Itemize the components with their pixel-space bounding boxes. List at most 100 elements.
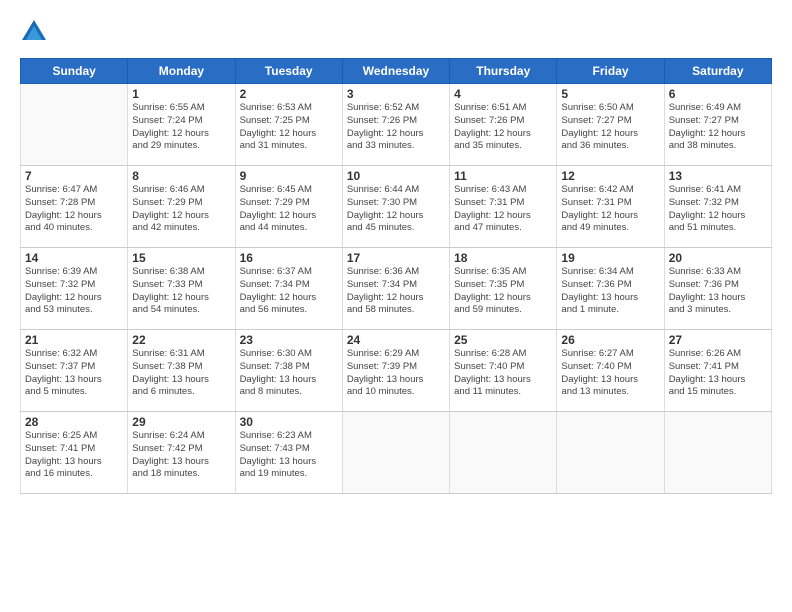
day-number: 11: [454, 169, 552, 183]
header-tuesday: Tuesday: [235, 59, 342, 84]
day-info: Sunrise: 6:35 AM Sunset: 7:35 PM Dayligh…: [454, 266, 552, 317]
empty-cell: [21, 84, 128, 166]
week-row-5: 28Sunrise: 6:25 AM Sunset: 7:41 PM Dayli…: [21, 412, 772, 494]
page-container: SundayMondayTuesdayWednesdayThursdayFrid…: [0, 0, 792, 504]
day-cell-6: 6Sunrise: 6:49 AM Sunset: 7:27 PM Daylig…: [664, 84, 771, 166]
day-cell-14: 14Sunrise: 6:39 AM Sunset: 7:32 PM Dayli…: [21, 248, 128, 330]
day-number: 4: [454, 87, 552, 101]
day-number: 10: [347, 169, 445, 183]
calendar-table: SundayMondayTuesdayWednesdayThursdayFrid…: [20, 58, 772, 494]
day-cell-28: 28Sunrise: 6:25 AM Sunset: 7:41 PM Dayli…: [21, 412, 128, 494]
day-cell-2: 2Sunrise: 6:53 AM Sunset: 7:25 PM Daylig…: [235, 84, 342, 166]
day-info: Sunrise: 6:43 AM Sunset: 7:31 PM Dayligh…: [454, 184, 552, 235]
day-number: 23: [240, 333, 338, 347]
day-cell-3: 3Sunrise: 6:52 AM Sunset: 7:26 PM Daylig…: [342, 84, 449, 166]
header-monday: Monday: [128, 59, 235, 84]
day-cell-11: 11Sunrise: 6:43 AM Sunset: 7:31 PM Dayli…: [450, 166, 557, 248]
day-cell-12: 12Sunrise: 6:42 AM Sunset: 7:31 PM Dayli…: [557, 166, 664, 248]
day-number: 26: [561, 333, 659, 347]
day-info: Sunrise: 6:38 AM Sunset: 7:33 PM Dayligh…: [132, 266, 230, 317]
day-number: 17: [347, 251, 445, 265]
day-number: 15: [132, 251, 230, 265]
day-number: 22: [132, 333, 230, 347]
day-number: 16: [240, 251, 338, 265]
day-cell-7: 7Sunrise: 6:47 AM Sunset: 7:28 PM Daylig…: [21, 166, 128, 248]
day-number: 5: [561, 87, 659, 101]
day-number: 21: [25, 333, 123, 347]
week-row-2: 7Sunrise: 6:47 AM Sunset: 7:28 PM Daylig…: [21, 166, 772, 248]
day-info: Sunrise: 6:30 AM Sunset: 7:38 PM Dayligh…: [240, 348, 338, 399]
day-number: 2: [240, 87, 338, 101]
day-cell-23: 23Sunrise: 6:30 AM Sunset: 7:38 PM Dayli…: [235, 330, 342, 412]
day-cell-10: 10Sunrise: 6:44 AM Sunset: 7:30 PM Dayli…: [342, 166, 449, 248]
day-cell-24: 24Sunrise: 6:29 AM Sunset: 7:39 PM Dayli…: [342, 330, 449, 412]
day-info: Sunrise: 6:47 AM Sunset: 7:28 PM Dayligh…: [25, 184, 123, 235]
day-number: 25: [454, 333, 552, 347]
logo-icon: [20, 18, 48, 46]
day-info: Sunrise: 6:33 AM Sunset: 7:36 PM Dayligh…: [669, 266, 767, 317]
day-info: Sunrise: 6:49 AM Sunset: 7:27 PM Dayligh…: [669, 102, 767, 153]
empty-cell: [664, 412, 771, 494]
day-info: Sunrise: 6:46 AM Sunset: 7:29 PM Dayligh…: [132, 184, 230, 235]
day-info: Sunrise: 6:37 AM Sunset: 7:34 PM Dayligh…: [240, 266, 338, 317]
day-info: Sunrise: 6:29 AM Sunset: 7:39 PM Dayligh…: [347, 348, 445, 399]
header-thursday: Thursday: [450, 59, 557, 84]
day-cell-29: 29Sunrise: 6:24 AM Sunset: 7:42 PM Dayli…: [128, 412, 235, 494]
day-number: 29: [132, 415, 230, 429]
day-number: 19: [561, 251, 659, 265]
empty-cell: [450, 412, 557, 494]
day-info: Sunrise: 6:44 AM Sunset: 7:30 PM Dayligh…: [347, 184, 445, 235]
day-cell-21: 21Sunrise: 6:32 AM Sunset: 7:37 PM Dayli…: [21, 330, 128, 412]
day-cell-19: 19Sunrise: 6:34 AM Sunset: 7:36 PM Dayli…: [557, 248, 664, 330]
logo: [20, 18, 52, 46]
day-info: Sunrise: 6:50 AM Sunset: 7:27 PM Dayligh…: [561, 102, 659, 153]
day-info: Sunrise: 6:41 AM Sunset: 7:32 PM Dayligh…: [669, 184, 767, 235]
day-info: Sunrise: 6:52 AM Sunset: 7:26 PM Dayligh…: [347, 102, 445, 153]
day-cell-20: 20Sunrise: 6:33 AM Sunset: 7:36 PM Dayli…: [664, 248, 771, 330]
day-number: 3: [347, 87, 445, 101]
header-friday: Friday: [557, 59, 664, 84]
week-row-3: 14Sunrise: 6:39 AM Sunset: 7:32 PM Dayli…: [21, 248, 772, 330]
day-info: Sunrise: 6:51 AM Sunset: 7:26 PM Dayligh…: [454, 102, 552, 153]
header-saturday: Saturday: [664, 59, 771, 84]
day-info: Sunrise: 6:28 AM Sunset: 7:40 PM Dayligh…: [454, 348, 552, 399]
day-cell-27: 27Sunrise: 6:26 AM Sunset: 7:41 PM Dayli…: [664, 330, 771, 412]
day-number: 7: [25, 169, 123, 183]
day-number: 28: [25, 415, 123, 429]
day-cell-26: 26Sunrise: 6:27 AM Sunset: 7:40 PM Dayli…: [557, 330, 664, 412]
header-wednesday: Wednesday: [342, 59, 449, 84]
day-info: Sunrise: 6:55 AM Sunset: 7:24 PM Dayligh…: [132, 102, 230, 153]
day-info: Sunrise: 6:36 AM Sunset: 7:34 PM Dayligh…: [347, 266, 445, 317]
day-info: Sunrise: 6:27 AM Sunset: 7:40 PM Dayligh…: [561, 348, 659, 399]
day-number: 24: [347, 333, 445, 347]
day-cell-5: 5Sunrise: 6:50 AM Sunset: 7:27 PM Daylig…: [557, 84, 664, 166]
page-header: [20, 18, 772, 46]
header-row: SundayMondayTuesdayWednesdayThursdayFrid…: [21, 59, 772, 84]
day-info: Sunrise: 6:45 AM Sunset: 7:29 PM Dayligh…: [240, 184, 338, 235]
day-number: 20: [669, 251, 767, 265]
day-number: 13: [669, 169, 767, 183]
day-info: Sunrise: 6:26 AM Sunset: 7:41 PM Dayligh…: [669, 348, 767, 399]
day-cell-9: 9Sunrise: 6:45 AM Sunset: 7:29 PM Daylig…: [235, 166, 342, 248]
day-cell-1: 1Sunrise: 6:55 AM Sunset: 7:24 PM Daylig…: [128, 84, 235, 166]
day-cell-13: 13Sunrise: 6:41 AM Sunset: 7:32 PM Dayli…: [664, 166, 771, 248]
day-info: Sunrise: 6:32 AM Sunset: 7:37 PM Dayligh…: [25, 348, 123, 399]
empty-cell: [557, 412, 664, 494]
day-cell-25: 25Sunrise: 6:28 AM Sunset: 7:40 PM Dayli…: [450, 330, 557, 412]
day-number: 8: [132, 169, 230, 183]
header-sunday: Sunday: [21, 59, 128, 84]
day-info: Sunrise: 6:25 AM Sunset: 7:41 PM Dayligh…: [25, 430, 123, 481]
day-info: Sunrise: 6:53 AM Sunset: 7:25 PM Dayligh…: [240, 102, 338, 153]
day-cell-22: 22Sunrise: 6:31 AM Sunset: 7:38 PM Dayli…: [128, 330, 235, 412]
day-number: 27: [669, 333, 767, 347]
day-info: Sunrise: 6:24 AM Sunset: 7:42 PM Dayligh…: [132, 430, 230, 481]
day-number: 9: [240, 169, 338, 183]
empty-cell: [342, 412, 449, 494]
day-cell-4: 4Sunrise: 6:51 AM Sunset: 7:26 PM Daylig…: [450, 84, 557, 166]
day-cell-15: 15Sunrise: 6:38 AM Sunset: 7:33 PM Dayli…: [128, 248, 235, 330]
day-info: Sunrise: 6:34 AM Sunset: 7:36 PM Dayligh…: [561, 266, 659, 317]
day-number: 6: [669, 87, 767, 101]
day-cell-18: 18Sunrise: 6:35 AM Sunset: 7:35 PM Dayli…: [450, 248, 557, 330]
day-info: Sunrise: 6:31 AM Sunset: 7:38 PM Dayligh…: [132, 348, 230, 399]
day-number: 12: [561, 169, 659, 183]
